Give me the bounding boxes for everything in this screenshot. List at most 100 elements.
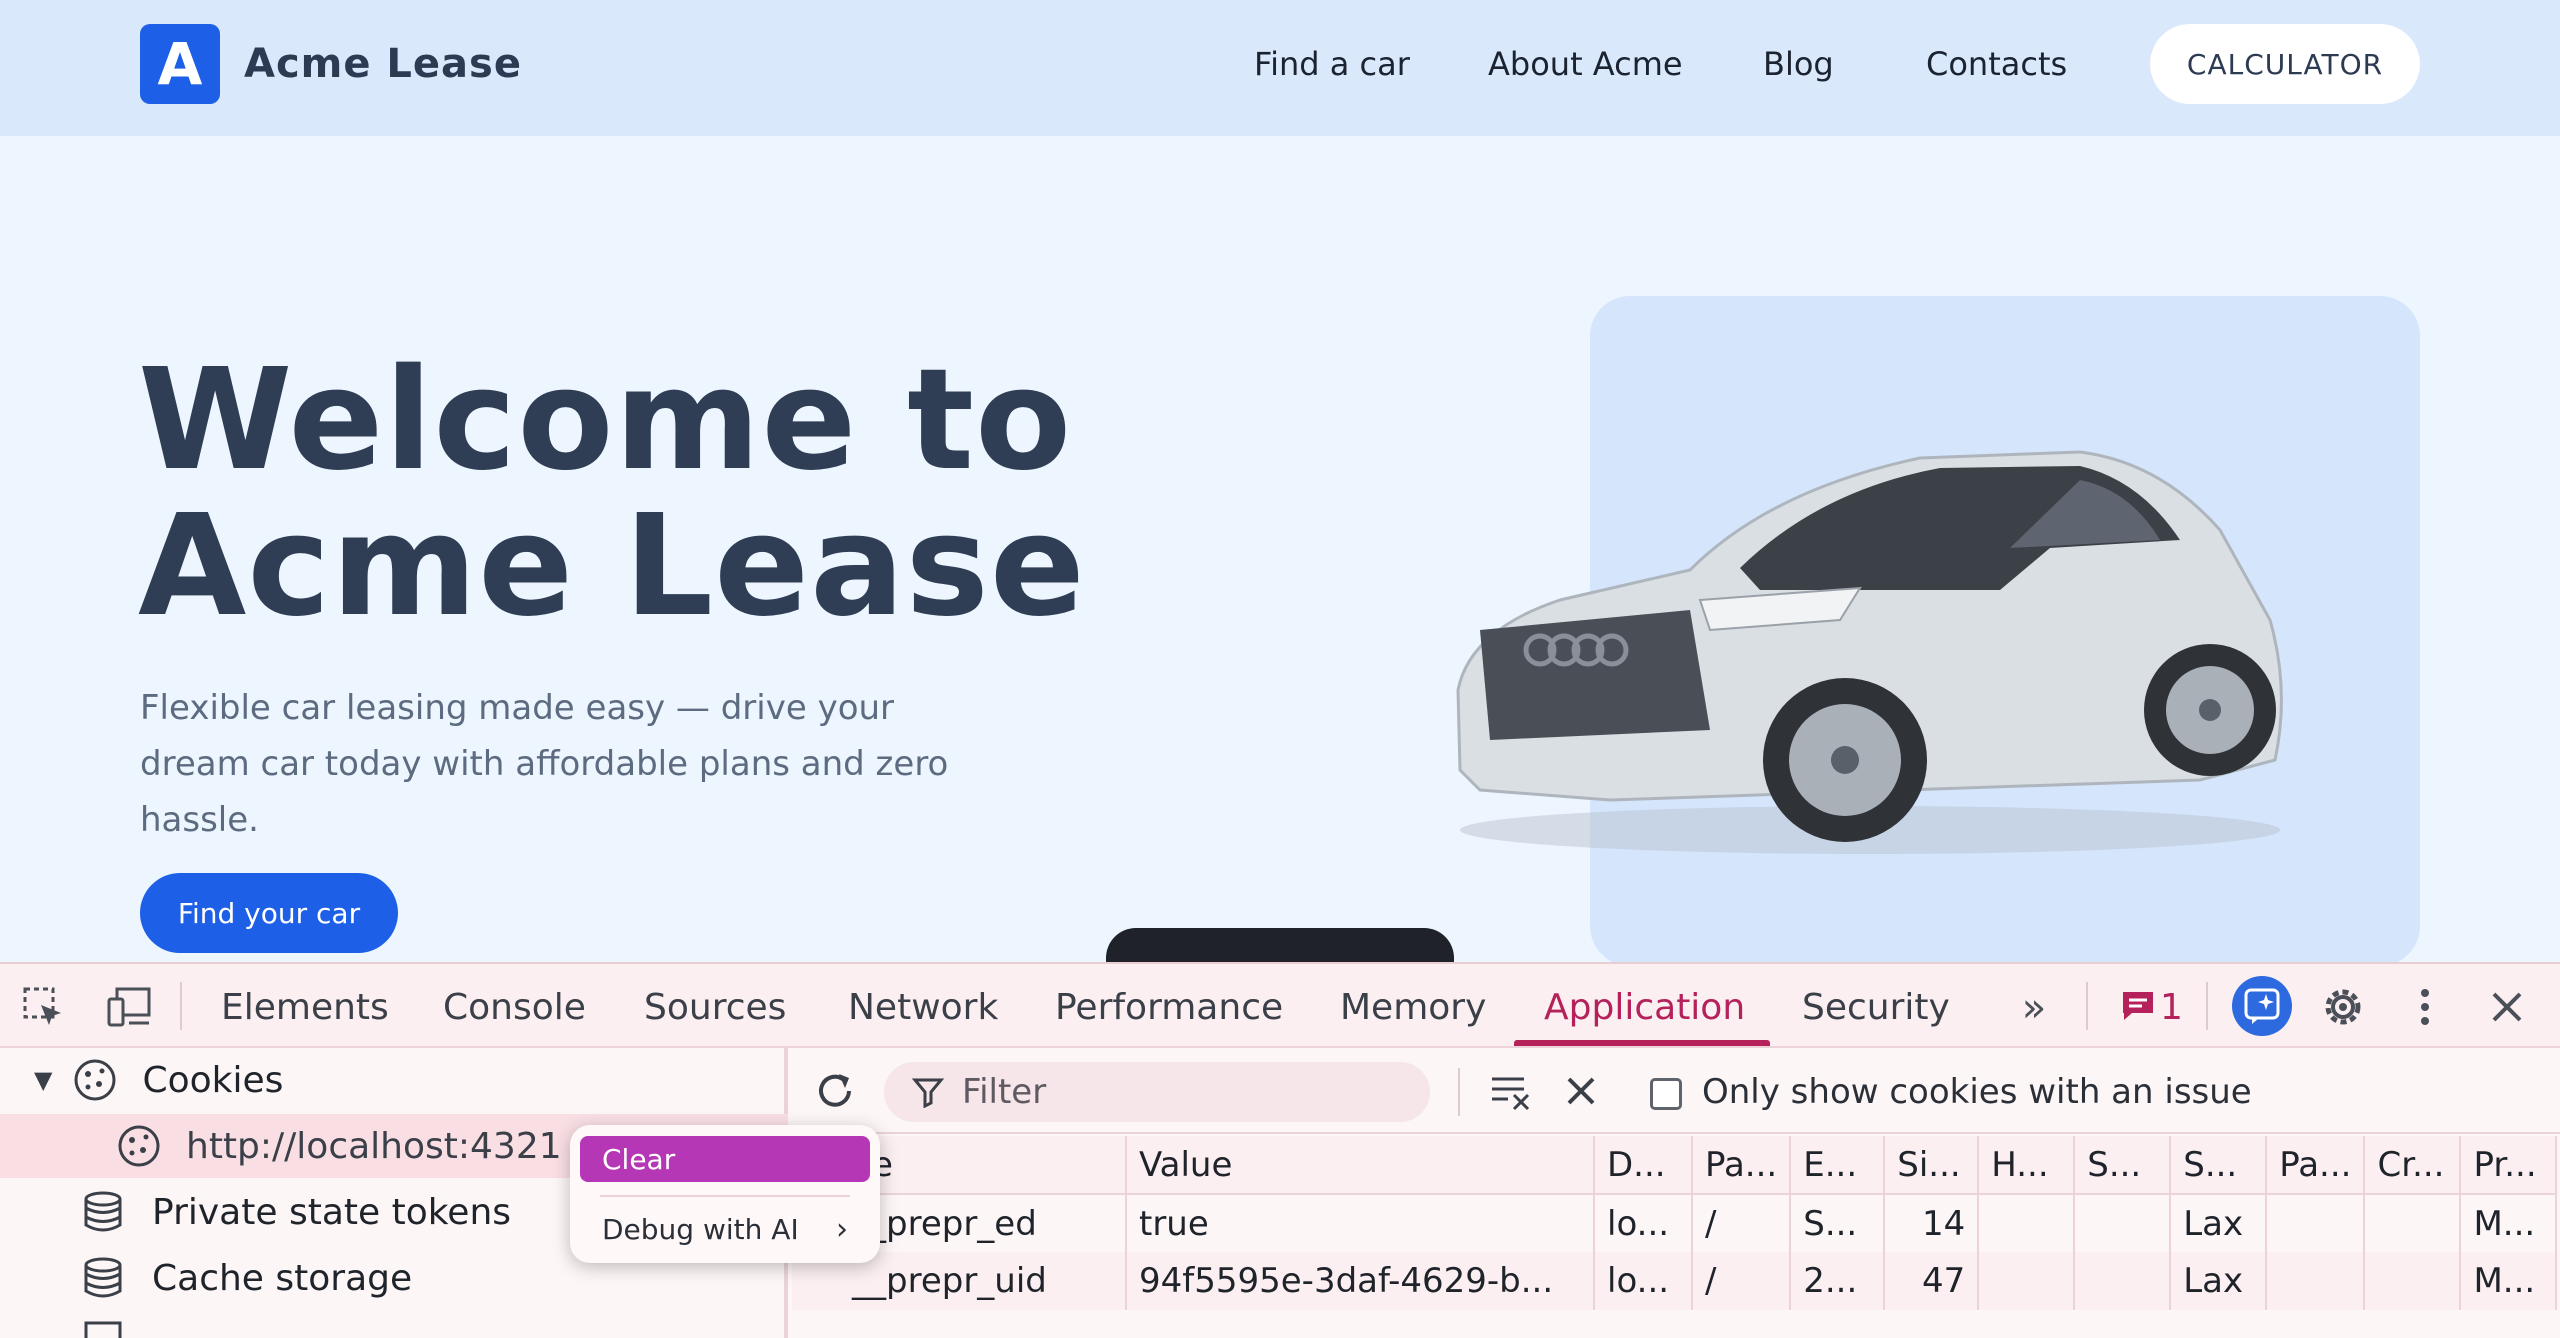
nav-find-a-car[interactable]: Find a car [1254,44,1410,84]
cookies-pane: Filter Only show cookies with an issue e… [792,1048,2560,1338]
cell-path: / [1692,1194,1792,1252]
issues-icon[interactable] [2118,986,2158,1026]
cell-domain: lo... [1594,1252,1693,1310]
column-header[interactable]: S... [2170,1136,2268,1195]
cell-samesite: Lax [2170,1194,2268,1252]
filter-icon [912,1078,944,1108]
active-tab-indicator [1514,1040,1770,1046]
cell-secure [2074,1194,2172,1252]
cell-expires: 2... [1790,1252,1886,1310]
divider [2206,982,2208,1030]
settings-gear-icon[interactable] [2318,982,2368,1032]
tab-console[interactable]: Console [443,988,586,1028]
column-header[interactable]: S... [2074,1136,2172,1195]
cookie-icon [74,1059,116,1101]
cell-cross-site [2364,1252,2462,1310]
tab-network[interactable]: Network [848,988,998,1028]
cell-path: / [1692,1252,1792,1310]
column-header[interactable]: Pa... [2266,1136,2366,1195]
tree-label-cookie-origin: http://localhost:4321 [186,1125,562,1167]
logo[interactable]: A [140,24,220,104]
tree-label-private-state-tokens: Private state tokens [152,1191,512,1233]
column-header[interactable]: Pr... [2460,1136,2558,1195]
cell-size: 14 [1884,1194,1980,1252]
table-header-row: e Value D... Pa... E... Si... H... S... … [792,1136,2558,1195]
nav-contacts[interactable]: Contacts [1926,44,2067,84]
only-issue-checkbox[interactable] [1650,1078,1682,1110]
column-header[interactable]: Cr... [2364,1136,2462,1195]
hero-title-line2: Acme Lease [138,485,1086,648]
tree-label-cookies: Cookies [142,1059,284,1101]
cell-domain: lo... [1594,1194,1693,1252]
divider [1458,1068,1460,1116]
tab-security[interactable]: Security [1802,988,1950,1028]
column-header[interactable]: E... [1790,1136,1886,1195]
table-row[interactable]: __prepr_uid 94f5595e-3daf-4629-b... lo..… [792,1252,2558,1310]
clear-filtered-icon[interactable] [1486,1066,1536,1116]
ai-assistant-icon[interactable] [2232,976,2292,1036]
nav-blog[interactable]: Blog [1763,44,1834,84]
cell-samesite: Lax [2170,1252,2268,1310]
hero-title: Welcome to Acme Lease [138,348,1086,640]
context-menu-divider [600,1195,850,1197]
cell-httponly [1978,1252,2076,1310]
table-row[interactable]: __prepr_ed true lo... / S... 14 Lax M... [792,1194,2558,1252]
cell-partition-key [2266,1194,2366,1252]
cell-httponly [1978,1194,2076,1252]
tab-memory[interactable]: Memory [1340,988,1486,1028]
column-header[interactable]: Si... [1884,1136,1980,1195]
cell-size: 47 [1884,1252,1980,1310]
tab-performance[interactable]: Performance [1055,988,1283,1028]
nav-about-acme[interactable]: About Acme [1488,44,1683,84]
find-your-car-button[interactable]: Find your car [140,873,398,953]
tree-item-partial[interactable] [0,1310,788,1338]
database-icon [84,1257,122,1298]
calculator-button[interactable]: CALCULATOR [2150,24,2420,104]
cookies-toolbar: Filter Only show cookies with an issue [792,1048,2560,1134]
site-header: A Acme Lease Find a car About Acme Blog … [0,0,2560,136]
column-header[interactable]: Value [1126,1136,1595,1195]
tab-sources[interactable]: Sources [644,988,786,1028]
context-menu-clear[interactable]: Clear [580,1136,870,1182]
context-menu: Clear Debug with AI › [570,1125,880,1263]
delete-selected-icon[interactable] [1556,1066,1606,1116]
divider [180,982,182,1030]
devtools-tabbar: Elements Console Sources Network Perform… [0,964,2560,1048]
submenu-chevron-icon: › [836,1212,848,1247]
inspect-element-icon[interactable] [18,982,68,1032]
cell-priority: M... [2460,1252,2558,1310]
cell-value: 94f5595e-3daf-4629-b... [1126,1252,1595,1310]
divider [2086,982,2088,1030]
tree-item-cookies[interactable]: ▼ Cookies [0,1048,788,1112]
tree-label-cache-storage: Cache storage [152,1257,413,1299]
column-header[interactable]: Pa... [1692,1136,1792,1195]
cell-expires: S... [1790,1194,1886,1252]
cell-value: true [1126,1194,1595,1252]
cell-priority: M... [2460,1194,2558,1252]
brand-name[interactable]: Acme Lease [244,38,522,90]
storage-icon [84,1321,122,1338]
tab-elements[interactable]: Elements [221,988,389,1028]
expand-triangle-icon[interactable]: ▼ [34,1066,52,1094]
filter-input[interactable]: Filter [884,1062,1430,1122]
column-header[interactable]: H... [1978,1136,2076,1195]
refresh-icon[interactable] [810,1066,860,1116]
cell-partition-key [2266,1252,2366,1310]
hero-title-line1: Welcome to [138,339,1073,502]
tab-application[interactable]: Application [1544,988,1745,1028]
more-options-icon[interactable] [2400,982,2450,1032]
cell-secure [2074,1252,2172,1310]
cookies-table: e Value D... Pa... E... Si... H... S... … [792,1136,2558,1310]
car-image [1456,450,2283,854]
column-header[interactable]: D... [1594,1136,1693,1195]
issues-count[interactable]: 1 [2160,988,2183,1028]
cookie-icon [118,1125,160,1167]
device-toolbar-icon[interactable] [102,982,158,1032]
close-devtools-icon[interactable] [2482,982,2532,1032]
devtools-panel: Elements Console Sources Network Perform… [0,962,2560,1338]
only-issue-label: Only show cookies with an issue [1702,1072,2252,1112]
more-tabs-icon[interactable]: » [2010,984,2058,1032]
cell-cross-site [2364,1194,2462,1252]
filter-placeholder: Filter [962,1072,1047,1112]
context-menu-debug-with-ai[interactable]: Debug with AI [602,1207,799,1253]
